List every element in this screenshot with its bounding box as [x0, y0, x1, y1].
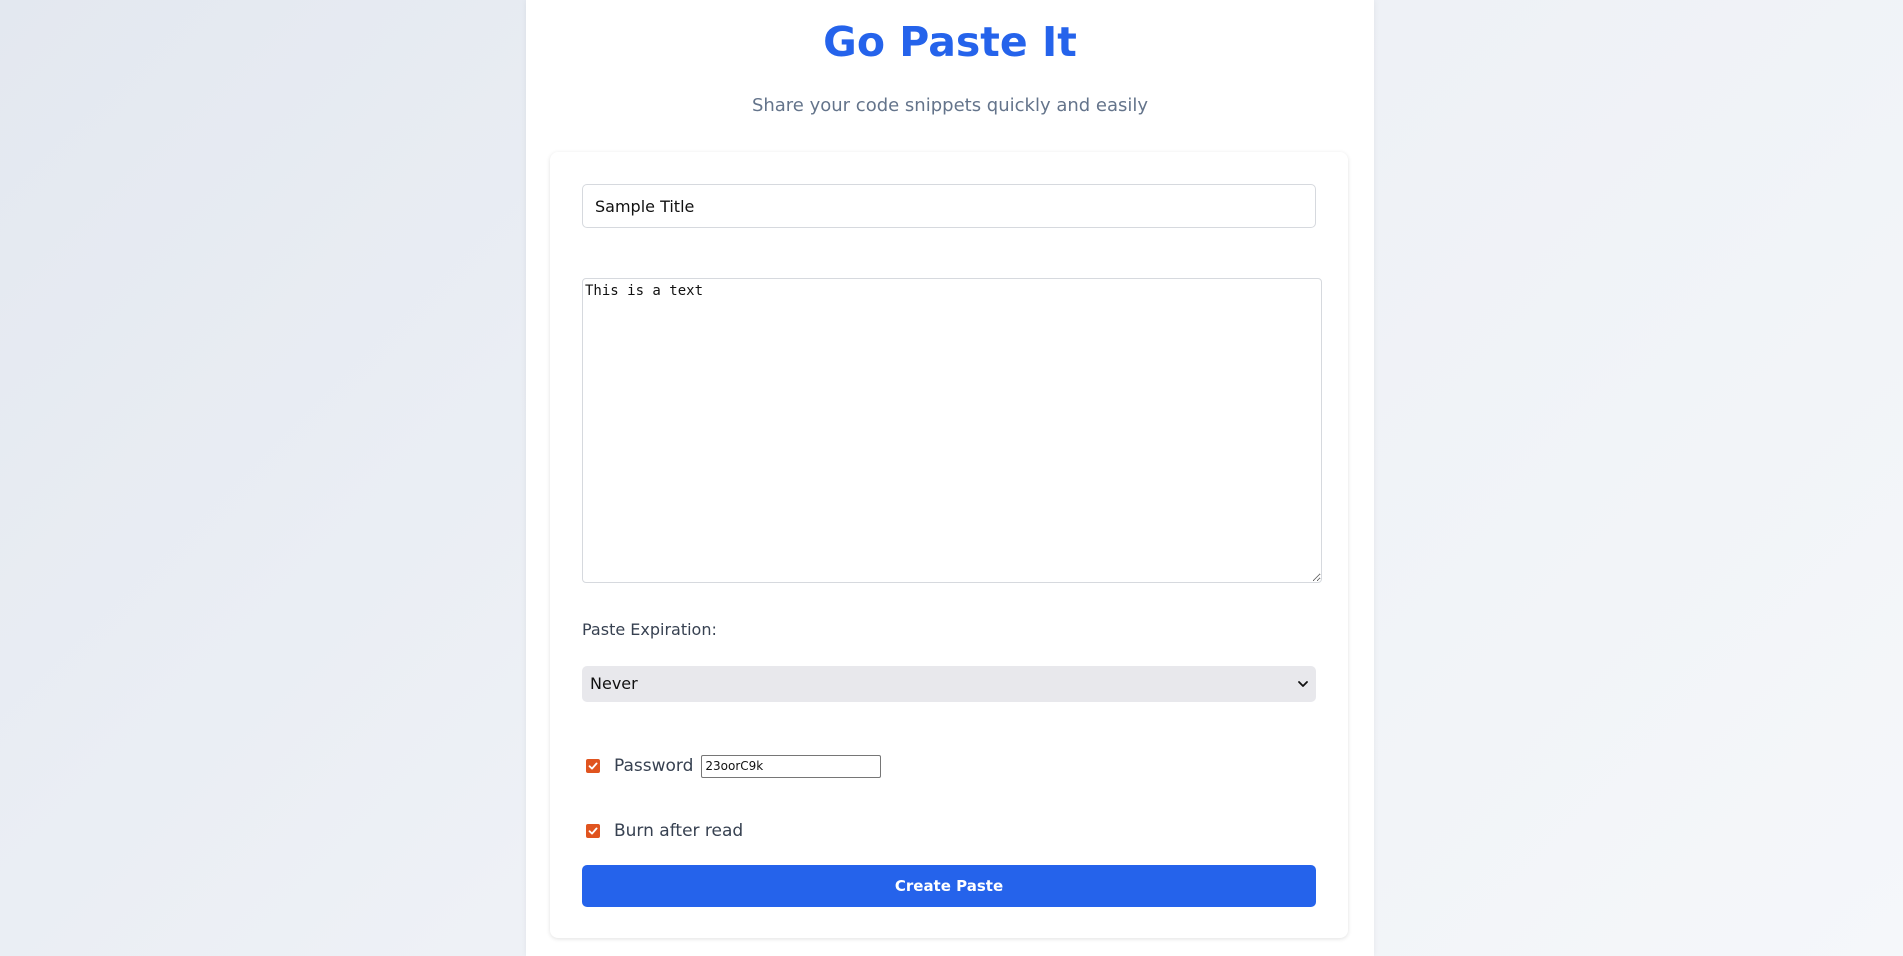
page-subtitle: Share your code snippets quickly and eas… — [751, 95, 1149, 116]
chevron-down-icon — [1298, 681, 1308, 687]
password-checkbox[interactable] — [586, 759, 600, 773]
main-container: Go Paste It Share your code snippets qui… — [526, 0, 1374, 956]
checkmark-icon — [588, 762, 598, 770]
burn-after-read-checkbox[interactable] — [586, 824, 600, 838]
paste-form: This is a text Paste Expiration: Never P… — [550, 152, 1348, 938]
expiration-label: Paste Expiration: — [582, 620, 717, 639]
password-input[interactable] — [701, 754, 882, 778]
expiration-selected-value: Never — [590, 674, 638, 693]
expiration-select[interactable]: Never — [582, 666, 1316, 702]
password-option: Password — [582, 753, 882, 779]
burn-option: Burn after read — [582, 818, 743, 844]
title-input[interactable] — [582, 184, 1316, 228]
create-paste-button[interactable]: Create Paste — [582, 865, 1316, 907]
content-textarea[interactable]: This is a text — [582, 278, 1322, 583]
burn-after-read-label: Burn after read — [614, 821, 744, 841]
password-label: Password — [614, 756, 694, 776]
page-title: Go Paste It — [823, 18, 1077, 66]
checkmark-icon — [588, 827, 598, 835]
